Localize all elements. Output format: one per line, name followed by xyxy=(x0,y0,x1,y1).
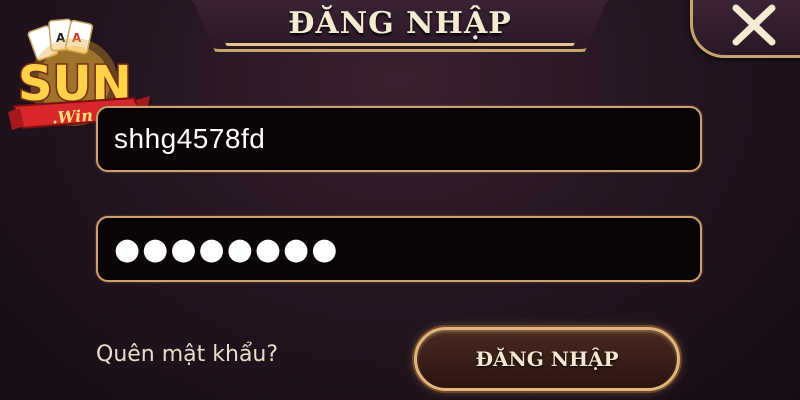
close-icon[interactable] xyxy=(728,4,780,46)
username-value: shhg4578fd xyxy=(114,123,266,154)
dialog-title: ĐĂNG NHẬP xyxy=(288,5,512,41)
username-field[interactable]: shhg4578fd xyxy=(96,106,702,172)
password-field[interactable]: ●●●●●●●● xyxy=(96,216,702,282)
password-mask: ●●●●●●●● xyxy=(114,231,340,267)
svg-text:.Win: .Win xyxy=(51,106,93,128)
forgot-password-link[interactable]: Quên mật khẩu? xyxy=(96,342,278,367)
login-button[interactable]: ĐĂNG NHẬP xyxy=(414,327,680,391)
